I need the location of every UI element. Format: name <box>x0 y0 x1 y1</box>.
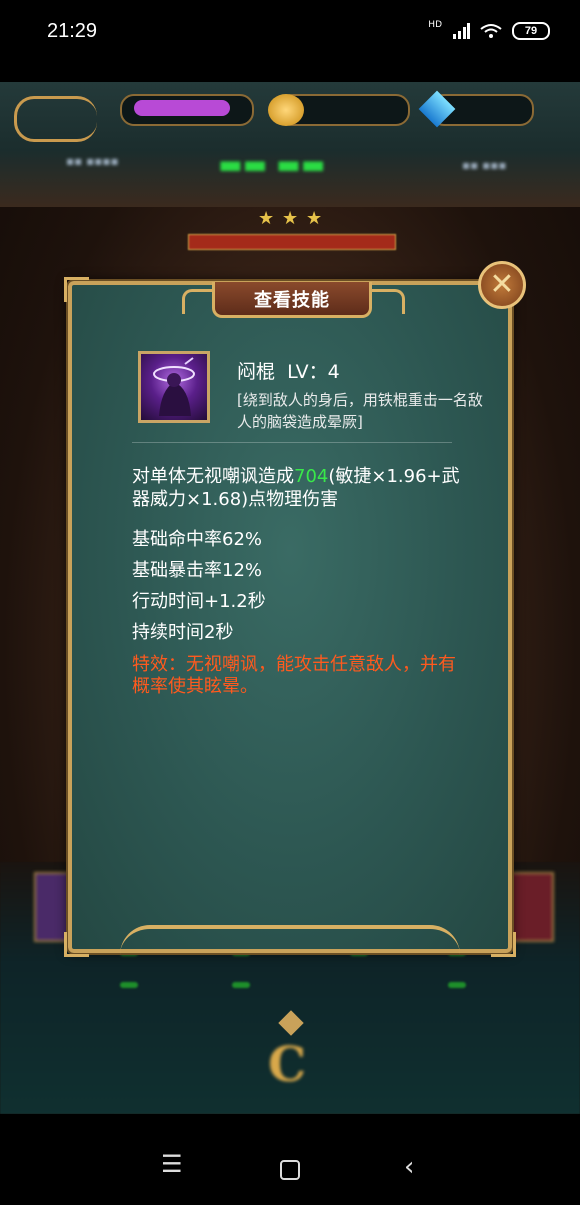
star-icon: ★ <box>306 208 323 229</box>
game-logo-icon: C <box>268 1037 307 1093</box>
back-arrow-icon <box>14 96 97 142</box>
navigation-bar: ☰ ‹ <box>0 1114 580 1205</box>
special-effect: 特效：无视嘲讽，能攻击任意敌人，并有概率使其眩晕。 <box>132 654 456 697</box>
stat-crit-rate: 基础暴击率12% <box>132 560 263 581</box>
close-icon: ✕ <box>489 267 515 302</box>
stat-duration: 持续时间2秒 <box>132 622 234 643</box>
frame-corner <box>64 932 89 957</box>
dialog-title: 查看技能 <box>254 289 330 311</box>
back-icon[interactable]: ‹ <box>404 1154 414 1180</box>
skill-description: [绕到敌人的身后，用铁棍重击一名敌人的脑袋造成晕厥] <box>237 391 483 431</box>
effect-prefix: 对单体无视嘲讽造成 <box>132 466 294 487</box>
stat-action-time: 行动时间+1.2秒 <box>132 591 266 612</box>
coin-icon <box>268 94 304 126</box>
hud-bar-energy <box>120 94 254 126</box>
signal-icon: HD <box>428 20 442 30</box>
close-button[interactable]: ✕ <box>478 261 526 309</box>
status-bar: 21:29 HD 79 <box>0 0 580 82</box>
stat-marker <box>448 982 466 988</box>
plaque-ornament <box>182 289 215 314</box>
star-icon: ★ <box>258 208 275 229</box>
stat-marker <box>232 982 250 988</box>
clock: 21:29 <box>47 20 98 42</box>
hud-character-title: ▬▬ ▬▬ <box>218 150 326 180</box>
signal-bars-icon <box>453 23 470 39</box>
recent-apps-icon[interactable]: ☰ <box>161 1152 183 1176</box>
stat-hit-rate: 基础命中率62% <box>132 529 263 550</box>
dialog-title-plaque: 查看技能 <box>212 282 372 318</box>
skill-icon <box>138 351 210 423</box>
top-hud: ▬▬ ▬▬ ▪▪ ▪▪▪▪ ▪▪ ▪▪▪ <box>0 82 580 207</box>
skill-effect: 对单体无视嘲讽造成704(敏捷×1.96+武器威力×1.68)点物理伤害 <box>132 465 462 511</box>
divider <box>132 442 452 443</box>
hud-power: ▪▪ ▪▪▪ <box>462 158 507 172</box>
wifi-icon <box>480 24 502 38</box>
status-icons: HD 79 <box>428 20 550 40</box>
bottom-ornament <box>120 925 460 955</box>
star-icon: ★ <box>282 208 299 229</box>
plaque-ornament <box>372 289 405 314</box>
frame-corner <box>491 932 516 957</box>
stat-marker <box>120 982 138 988</box>
hud-info: ▪▪ ▪▪▪▪ <box>66 154 119 168</box>
battery-level: 79 <box>524 25 538 37</box>
battery-icon: 79 <box>512 22 550 40</box>
damage-value: 704 <box>294 466 329 487</box>
home-icon[interactable] <box>280 1160 300 1180</box>
hp-bar <box>188 234 396 250</box>
skill-dialog: 查看技能 闷棍 LV：4 [绕到敌人的身后，用铁棍重击一名敌人的脑袋造成晕厥] … <box>64 277 516 957</box>
frame-corner <box>64 277 89 302</box>
skill-name: 闷棍 LV：4 <box>237 361 340 383</box>
